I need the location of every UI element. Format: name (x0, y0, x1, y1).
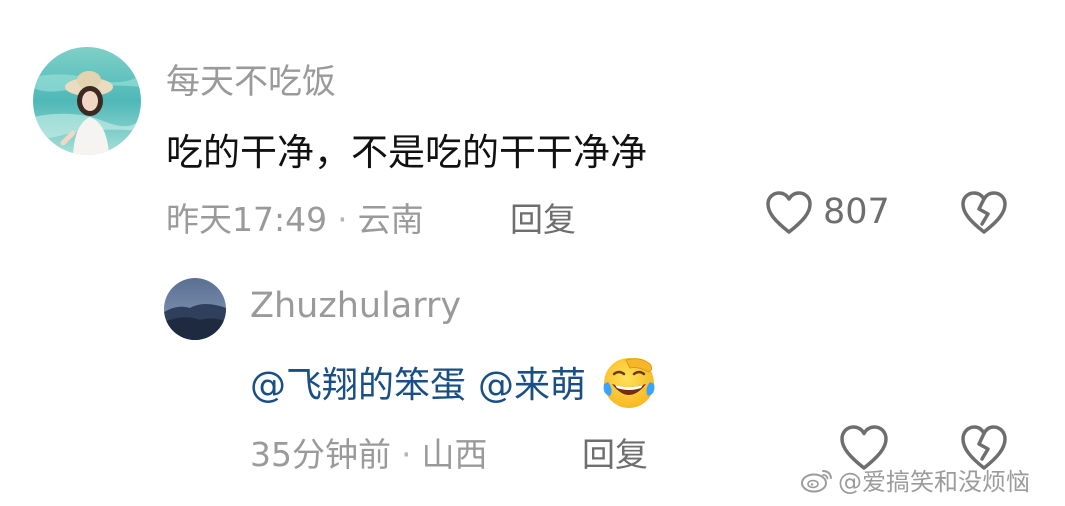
comment-location: 云南 (357, 200, 424, 239)
comment-text: 吃的干净，不是吃的干干净净 (166, 131, 647, 174)
comment-username[interactable]: 每天不吃饭 (166, 54, 336, 103)
mention-link[interactable]: @来萌 (478, 356, 586, 408)
watermark-text: @爱搞笑和没烦恼 (838, 468, 1030, 496)
comment-time: 昨天17:49 (166, 200, 328, 239)
reply-avatar[interactable] (164, 278, 226, 340)
laughing-crying-emoji-icon (600, 354, 658, 410)
avatar[interactable] (33, 47, 141, 155)
like-count: 807 (823, 192, 890, 232)
weibo-logo-icon (800, 466, 834, 494)
reply-meta: 35分钟前 · 山西 (250, 428, 488, 476)
broken-heart-icon[interactable] (958, 190, 1010, 236)
reply-text: @飞翔的笨蛋 @来萌 (250, 354, 658, 410)
meta-separator: · (401, 435, 412, 474)
reply-button[interactable]: 回复 (510, 193, 576, 241)
reply-location: 山西 (421, 435, 488, 474)
reply-username[interactable]: Zhuzhularry (250, 286, 461, 326)
watermark: @爱搞笑和没烦恼 (800, 462, 1030, 497)
mention-link[interactable]: @飞翔的笨蛋 (250, 356, 466, 408)
meta-separator: · (337, 200, 348, 239)
like-heart-icon[interactable] (765, 190, 813, 236)
reply-time: 35分钟前 (250, 435, 391, 474)
comment-meta: 昨天17:49 · 云南 (166, 193, 424, 241)
reply-button[interactable]: 回复 (582, 428, 648, 476)
